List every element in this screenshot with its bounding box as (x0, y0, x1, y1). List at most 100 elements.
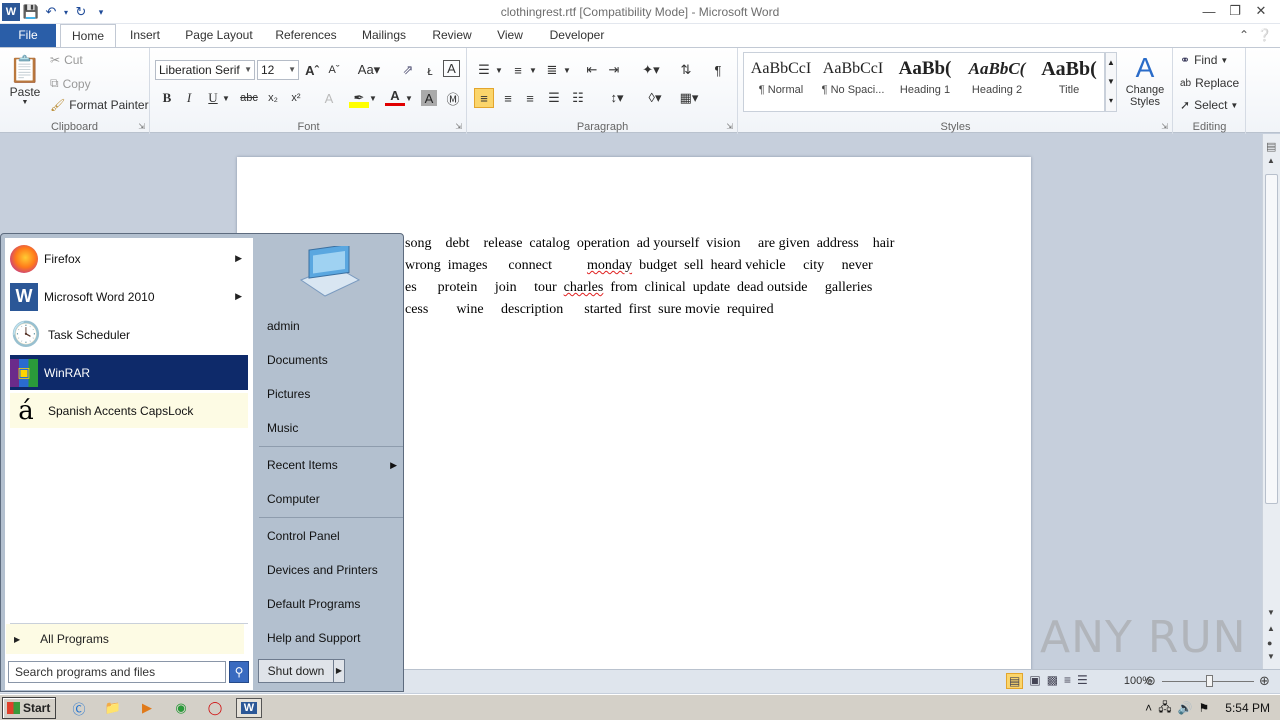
start-button[interactable]: Start (2, 697, 56, 719)
word-taskbar-button[interactable]: W (236, 698, 262, 718)
close-icon[interactable]: ✕ (1248, 0, 1274, 22)
format-painter-button[interactable]: 🖌 Format Painter (50, 98, 149, 112)
find-button[interactable]: ⚭ Find ▼ (1180, 53, 1228, 67)
character-shading-icon[interactable]: A (421, 90, 437, 106)
print-layout-icon[interactable]: ▤ (1006, 673, 1024, 689)
recent-items-link[interactable]: Recent Items ▶ (259, 450, 403, 480)
all-programs-button[interactable]: ▶ All Programs (6, 624, 244, 654)
shutdown-button[interactable]: Shut down (258, 659, 334, 683)
search-icon[interactable]: ⚲ (229, 661, 249, 683)
phonetic-guide-icon[interactable]: ᴌ (420, 60, 440, 80)
copy-button[interactable]: ⧉ Copy (50, 76, 91, 91)
chevron-down-icon[interactable]: ▼ (494, 60, 504, 80)
start-item-spanish-accents[interactable]: á Spanish Accents CapsLock (10, 393, 248, 428)
asian-layout-icon[interactable]: ✦▾ (638, 60, 664, 80)
start-item-winrar[interactable]: ▣ WinRAR (10, 355, 248, 390)
dialog-launcher-icon[interactable]: ⇲ (138, 122, 145, 131)
tab-file[interactable]: File (0, 24, 56, 47)
style-normal[interactable]: AaBbCcI ¶ Normal (745, 54, 817, 110)
font-color-icon[interactable]: A (385, 88, 405, 106)
grow-font-icon[interactable]: Aˆ (302, 60, 322, 80)
decrease-indent-icon[interactable]: ⇤ (582, 60, 602, 80)
styles-scroll[interactable]: ▲ ▼ ▾ (1105, 52, 1117, 112)
computer-link[interactable]: Computer (259, 484, 403, 514)
tab-insert[interactable]: Insert (124, 24, 166, 47)
sort-icon[interactable]: ⇅ (676, 60, 696, 80)
full-screen-reading-icon[interactable]: ▣ (1029, 673, 1040, 689)
tab-developer[interactable]: Developer (543, 24, 611, 47)
distributed-icon[interactable]: ☷ (568, 88, 588, 108)
font-name-combo[interactable]: Liberation Serif ▼ (155, 60, 255, 80)
chevron-down-icon[interactable]: ▼ (562, 60, 572, 80)
enclose-characters-icon[interactable]: Ⓜ (443, 88, 463, 108)
font-size-combo[interactable]: 12 ▼ (257, 60, 299, 80)
bold-icon[interactable]: B (157, 88, 177, 108)
opera-icon[interactable]: ◯ (204, 698, 226, 718)
tab-view[interactable]: View (490, 24, 530, 47)
zoom-slider-thumb[interactable] (1206, 675, 1213, 687)
media-player-icon[interactable]: ▶ (136, 698, 158, 718)
tab-references[interactable]: References (270, 24, 342, 47)
change-case-icon[interactable]: Aa▾ (356, 60, 382, 80)
justify-icon[interactable]: ☰ (544, 88, 564, 108)
italic-icon[interactable]: I (179, 88, 199, 108)
misspelled-word[interactable]: monday (587, 258, 632, 273)
borders-icon[interactable]: ▦▾ (676, 88, 702, 108)
ruler-toggle-icon[interactable]: ▤ (1266, 140, 1276, 153)
chevron-down-icon[interactable]: ▼ (404, 88, 414, 108)
documents-link[interactable]: Documents (259, 345, 403, 375)
dialog-launcher-icon[interactable]: ⇲ (455, 122, 462, 131)
chevron-down-icon[interactable]: ▼ (221, 88, 231, 108)
chevron-down-icon[interactable]: ▼ (528, 60, 538, 80)
help-support-link[interactable]: Help and Support (259, 623, 403, 653)
user-admin[interactable]: admin (259, 311, 403, 341)
character-border-icon[interactable]: A (443, 60, 460, 77)
chevron-down-icon[interactable]: ▼ (368, 88, 378, 108)
minimize-icon[interactable]: — (1196, 0, 1222, 22)
bullets-icon[interactable]: ☰ (474, 60, 494, 80)
start-item-task-scheduler[interactable]: 🕓 Task Scheduler (10, 317, 248, 352)
dialog-launcher-icon[interactable]: ⇲ (726, 122, 733, 131)
change-styles-button[interactable]: A Change Styles (1121, 52, 1169, 108)
increase-indent-icon[interactable]: ⇥ (604, 60, 624, 80)
tab-mailings[interactable]: Mailings (355, 24, 413, 47)
devices-printers-link[interactable]: Devices and Printers (259, 555, 403, 585)
line-spacing-icon[interactable]: ↕▾ (604, 88, 630, 108)
tab-page-layout[interactable]: Page Layout (180, 24, 258, 47)
scroll-down-icon[interactable]: ▼ (1267, 608, 1275, 617)
music-link[interactable]: Music (259, 413, 403, 443)
paste-button[interactable]: 📋 Paste ▼ (8, 54, 42, 112)
shading-icon[interactable]: ◊▾ (642, 88, 668, 108)
align-center-icon[interactable]: ≡ (498, 88, 518, 108)
tab-review[interactable]: Review (426, 24, 478, 47)
tab-home[interactable]: Home (60, 24, 116, 48)
align-left-icon[interactable]: ≡ (474, 88, 494, 108)
select-button[interactable]: ➚ Select ▼ (1180, 98, 1238, 112)
align-right-icon[interactable]: ≡ (520, 88, 540, 108)
pictures-link[interactable]: Pictures (259, 379, 403, 409)
minimize-ribbon-icon[interactable]: ⌃ (1239, 28, 1249, 42)
start-item-firefox[interactable]: Firefox ▶ (10, 241, 248, 276)
action-center-flag-icon[interactable]: ⚑ (1199, 701, 1210, 715)
clock[interactable]: 5:54 PM (1225, 701, 1270, 715)
maximize-icon[interactable]: ❐ (1222, 0, 1248, 22)
show-formatting-icon[interactable]: ¶ (708, 60, 728, 80)
tray-expand-icon[interactable]: ˄ (1145, 701, 1152, 715)
style-title[interactable]: AaBb( Title (1033, 54, 1105, 110)
multilevel-list-icon[interactable]: ≣ (542, 60, 562, 80)
numbering-icon[interactable]: ≡ (508, 60, 528, 80)
outline-icon[interactable]: ≡ (1064, 673, 1071, 689)
superscript-icon[interactable]: x² (286, 88, 306, 108)
cut-button[interactable]: ✂ Cut (50, 53, 83, 67)
draft-icon[interactable]: ☰ (1077, 673, 1088, 689)
clear-formatting-icon[interactable]: ⇗ (398, 60, 418, 80)
style-heading-1[interactable]: AaBb( Heading 1 (889, 54, 961, 110)
replace-button[interactable]: ab Replace (1180, 76, 1239, 90)
vertical-scrollbar[interactable]: ▤ ▲ ▼ ▲ ● ▼ (1262, 134, 1280, 669)
strikethrough-icon[interactable]: abc (237, 88, 261, 108)
ie-icon[interactable]: Ⓒ (68, 698, 90, 718)
control-panel-link[interactable]: Control Panel (259, 521, 403, 551)
subscript-icon[interactable]: x₂ (263, 88, 283, 108)
document-body[interactable]: song debt release catalog operation ad y… (405, 233, 1005, 321)
zoom-out-icon[interactable]: ⊝ (1145, 673, 1156, 689)
